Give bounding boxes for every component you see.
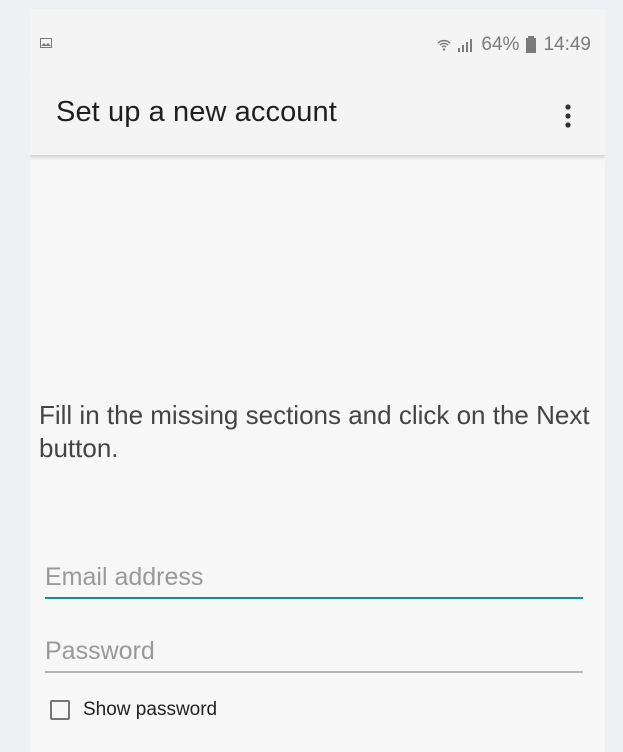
signal-icon — [458, 38, 473, 52]
status-icons: 64% 14:49 — [437, 35, 591, 54]
password-field[interactable] — [45, 631, 583, 673]
image-icon — [40, 38, 52, 48]
time: 14:49 — [543, 34, 591, 55]
more-options-button[interactable] — [551, 99, 585, 133]
show-password-checkbox[interactable] — [50, 700, 70, 720]
email-field[interactable] — [45, 557, 583, 599]
status-bar: 64% 14:49 — [30, 9, 605, 79]
phone-screen: 64% 14:49 Set up a new account Fill in t… — [30, 9, 605, 752]
battery-percentage: 64% — [481, 34, 520, 55]
battery-icon — [526, 35, 537, 53]
show-password-label: Show password — [83, 699, 218, 720]
page-title: Set up a new account — [56, 96, 337, 128]
more-vertical-icon — [565, 104, 571, 128]
wifi-icon — [437, 39, 451, 51]
instruction-text: Fill in the missing sections and click o… — [39, 400, 590, 463]
show-password-toggle[interactable]: Show password — [50, 699, 217, 721]
